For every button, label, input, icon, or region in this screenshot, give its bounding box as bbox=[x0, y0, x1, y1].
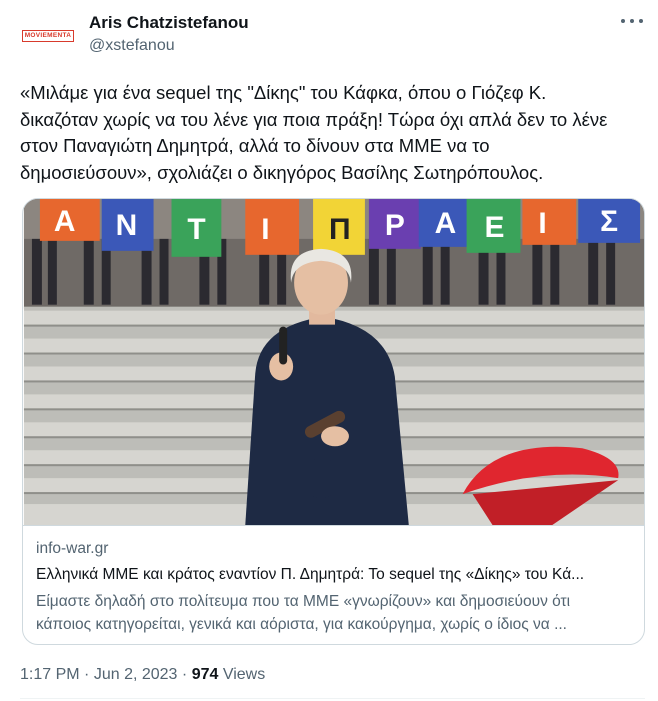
views-label: Views bbox=[222, 666, 266, 683]
tweet: MOVIEMENTA Aris Chatzistefanou @xstefano… bbox=[0, 0, 658, 701]
tweet-text-line: δημοσιεύσουν», σχολιάζει ο δικηγόρος Βασ… bbox=[20, 161, 544, 183]
banner-letter: Ν bbox=[116, 209, 138, 242]
meta-separator: · bbox=[181, 666, 188, 683]
author-handle[interactable]: @xstefanou bbox=[89, 37, 175, 55]
meta-separator: · bbox=[84, 666, 90, 683]
tweet-meta: 1:17 PM · Jun 2, 2023 · 974 Views bbox=[20, 666, 265, 684]
tweet-date[interactable]: Jun 2, 2023 bbox=[94, 666, 178, 683]
link-preview-card[interactable]: Α Ν Τ Ι Π Ρ Α Ε Ι Σ info-war.gr Ελληνικά… bbox=[22, 198, 645, 645]
card-description-line: κάποιος κατηγορείται, γενικά και αόριστα… bbox=[36, 615, 567, 633]
banner-letter: Ε bbox=[485, 211, 505, 244]
banner-letter: Ρ bbox=[385, 209, 405, 242]
link-preview-image: Α Ν Τ Ι Π Ρ Α Ε Ι Σ bbox=[23, 199, 644, 526]
more-horizontal-icon[interactable] bbox=[621, 14, 643, 28]
banner-letter: Ι bbox=[261, 213, 269, 246]
avatar[interactable]: MOVIEMENTA bbox=[20, 16, 76, 56]
card-description-line: Είμαστε δηλαδή στο πολίτευμα που τα ΜΜΕ … bbox=[36, 593, 571, 610]
tweet-text-line: «Μιλάμε για ένα sequel της "Δίκης" του Κ… bbox=[20, 82, 547, 103]
card-domain: info-war.gr bbox=[36, 540, 109, 557]
banner-letter: Α bbox=[435, 207, 457, 240]
banner-letter: Τ bbox=[187, 213, 205, 246]
banner-letter: Α bbox=[54, 205, 76, 238]
tweet-time[interactable]: 1:17 PM bbox=[20, 666, 80, 683]
views-count: 974 bbox=[191, 666, 219, 683]
banner-letter: Π bbox=[329, 213, 351, 246]
more-dot bbox=[639, 19, 643, 23]
card-description: Είμαστε δηλαδή στο πολίτευμα που τα ΜΜΕ … bbox=[36, 591, 636, 636]
banner-letter: Σ bbox=[600, 205, 618, 238]
divider bbox=[20, 698, 645, 699]
tweet-text-line: στον Παναγιώτη Δημητρά, αλλά το δίνουν σ… bbox=[20, 135, 490, 156]
more-dot bbox=[621, 19, 625, 23]
banner-letter: Ι bbox=[538, 207, 546, 240]
author-name[interactable]: Aris Chatzistefanou bbox=[89, 13, 249, 33]
tweet-text: «Μιλάμε για ένα sequel της "Δίκης" του Κ… bbox=[20, 80, 645, 186]
tweet-text-line: δικαζόταν χωρίς να του λένε για ποια πρά… bbox=[20, 108, 608, 130]
more-dot bbox=[630, 19, 634, 23]
card-title: Ελληνικά ΜΜΕ και κράτος εναντίον Π. Δημη… bbox=[36, 566, 585, 583]
avatar-logo-text: MOVIEMENTA bbox=[21, 30, 75, 42]
